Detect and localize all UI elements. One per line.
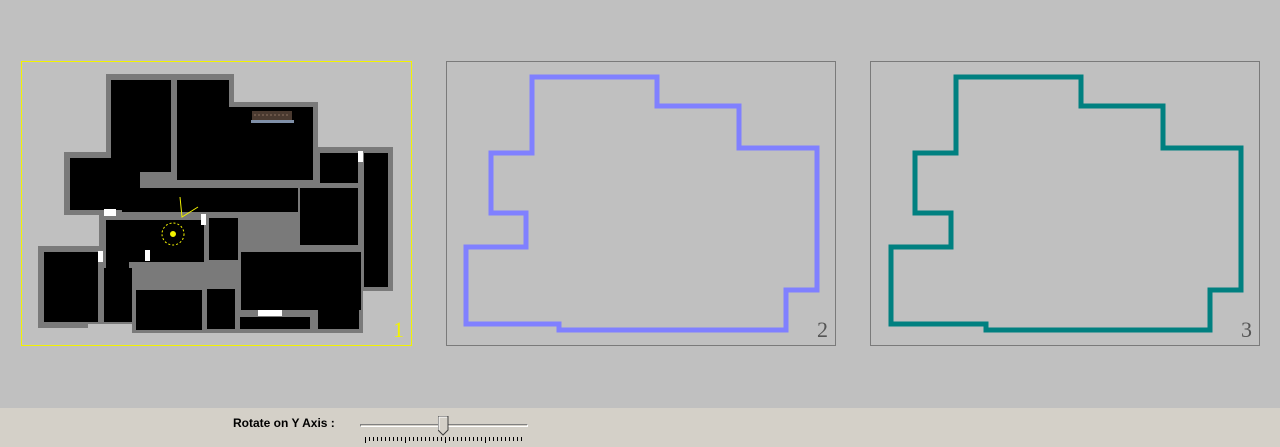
stairs-icon [251,111,294,123]
rotate-y-slider[interactable] [360,415,530,445]
viewport-3[interactable]: 3 [870,61,1260,346]
slider-thumb[interactable] [437,416,449,436]
outline-view [888,74,1244,333]
viewport-2[interactable]: 2 [446,61,836,346]
floorplan-rooms [44,80,388,330]
rotate-y-label: Rotate on Y Axis : [233,416,335,430]
viewport-number: 1 [393,317,404,342]
slider-ticks [365,437,522,443]
viewport-number: 3 [1241,317,1252,342]
floor-outline-blue [463,74,820,333]
viewport-1[interactable]: 1 [21,61,412,346]
floor-outline-teal [888,74,1244,333]
floorplan-map [38,74,393,333]
control-bar: Rotate on Y Axis : [0,408,1280,447]
outline-view [463,74,820,333]
viewport-number: 2 [817,317,828,342]
